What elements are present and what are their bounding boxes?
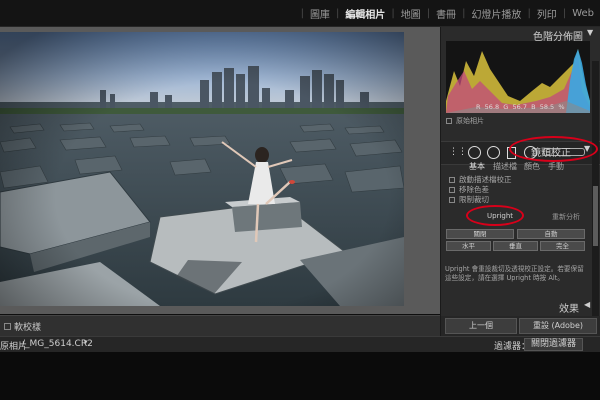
spot-removal-icon[interactable] (468, 146, 481, 159)
dropdown-arrow-icon[interactable]: ▾ (84, 338, 88, 346)
panel-scrollbar[interactable] (592, 61, 599, 316)
annotation-ellipse-upright (466, 205, 524, 226)
rgb-g-value: 56.7 (512, 103, 527, 111)
filter-select[interactable]: 關閉過濾器 (524, 338, 584, 351)
upright-note: Upright 會重設裁切及透視校正設定。若要保留這些設定，請在選擇 Uprig… (445, 265, 584, 282)
develop-toolbar: 軟校樣 (0, 315, 440, 336)
tab-basic[interactable]: 基本 (469, 161, 485, 172)
filmstrip-header: 原相片 /_MG_5614.CR2 ▾ 過濾器： 關閉過濾器 (0, 336, 600, 352)
collapse-triangle-icon[interactable]: ▼ (587, 28, 593, 37)
photo-canvas[interactable] (0, 27, 440, 314)
effects-title[interactable]: 效果 (559, 300, 579, 315)
develop-bottom-buttons: 上一個 重設 (Adobe) (441, 316, 600, 336)
reanalyze-button[interactable]: 重新分析 (552, 212, 580, 222)
module-develop[interactable]: 編輯相片 (339, 6, 391, 21)
develop-right-panel: 色階分佈圖 ▼ R 56.8 G 56.7 B 58.5 % 原始相片 ⋮⋮ 鏡… (440, 27, 600, 336)
rgb-g-label: G (503, 103, 509, 111)
upright-off-button[interactable]: 關閉 (446, 229, 514, 239)
rgb-r-value: 56.8 (484, 103, 500, 111)
redeye-icon[interactable] (487, 146, 500, 159)
upright-vertical-button[interactable]: 垂直 (493, 241, 538, 251)
effects-expand-triangle-icon[interactable]: ◀ (584, 300, 590, 309)
module-book[interactable]: 書冊 (430, 6, 462, 21)
upright-full-button[interactable]: 完全 (540, 241, 585, 251)
annotation-ellipse-title (509, 136, 598, 162)
histogram-graph[interactable]: R 56.8 G 56.7 B 58.5 % (446, 41, 590, 113)
upright-auto-button[interactable]: 自動 (517, 229, 585, 239)
filmstrip[interactable] (0, 352, 600, 400)
reset-button[interactable]: 重設 (Adobe) (519, 318, 597, 334)
check-constrain-crop[interactable]: 限制裁切 (449, 194, 489, 205)
module-print[interactable]: 列印 (531, 6, 563, 21)
rgb-percent-sign: % (558, 103, 565, 111)
rgb-r-label: R (476, 103, 481, 111)
original-photo-label: 原始相片 (456, 117, 484, 125)
tab-color[interactable]: 顏色 (524, 161, 540, 172)
original-photo-checkbox[interactable] (446, 118, 452, 124)
upright-level-button[interactable]: 水平 (446, 241, 491, 251)
tab-manual[interactable]: 手動 (548, 161, 564, 172)
filename-label[interactable]: /_MG_5614.CR2 (22, 339, 93, 349)
module-web[interactable]: Web (566, 8, 600, 19)
softproof-label: 軟校樣 (14, 322, 42, 333)
scrollbar-thumb[interactable] (593, 186, 598, 246)
photo-image (0, 32, 404, 306)
rgb-b-label: B (531, 103, 536, 111)
rgb-b-value: 58.5 (539, 103, 555, 111)
tab-profile[interactable]: 描述檔 (493, 161, 517, 172)
module-map[interactable]: 地圖 (395, 6, 427, 21)
softproof-checkbox[interactable] (4, 322, 11, 330)
module-picker-bar: | 圖庫 | 編輯相片 | 地圖 | 書冊 | 幻燈片播放 | 列印 | Web (0, 0, 600, 27)
previous-button[interactable]: 上一個 (445, 318, 517, 334)
module-library[interactable]: 圖庫 (304, 6, 336, 21)
module-slideshow[interactable]: 幻燈片播放 (465, 6, 527, 21)
module-list: | 圖庫 | 編輯相片 | 地圖 | 書冊 | 幻燈片播放 | 列印 | Web (301, 0, 600, 26)
grid-crop-icon[interactable]: ⋮⋮ (449, 147, 467, 157)
